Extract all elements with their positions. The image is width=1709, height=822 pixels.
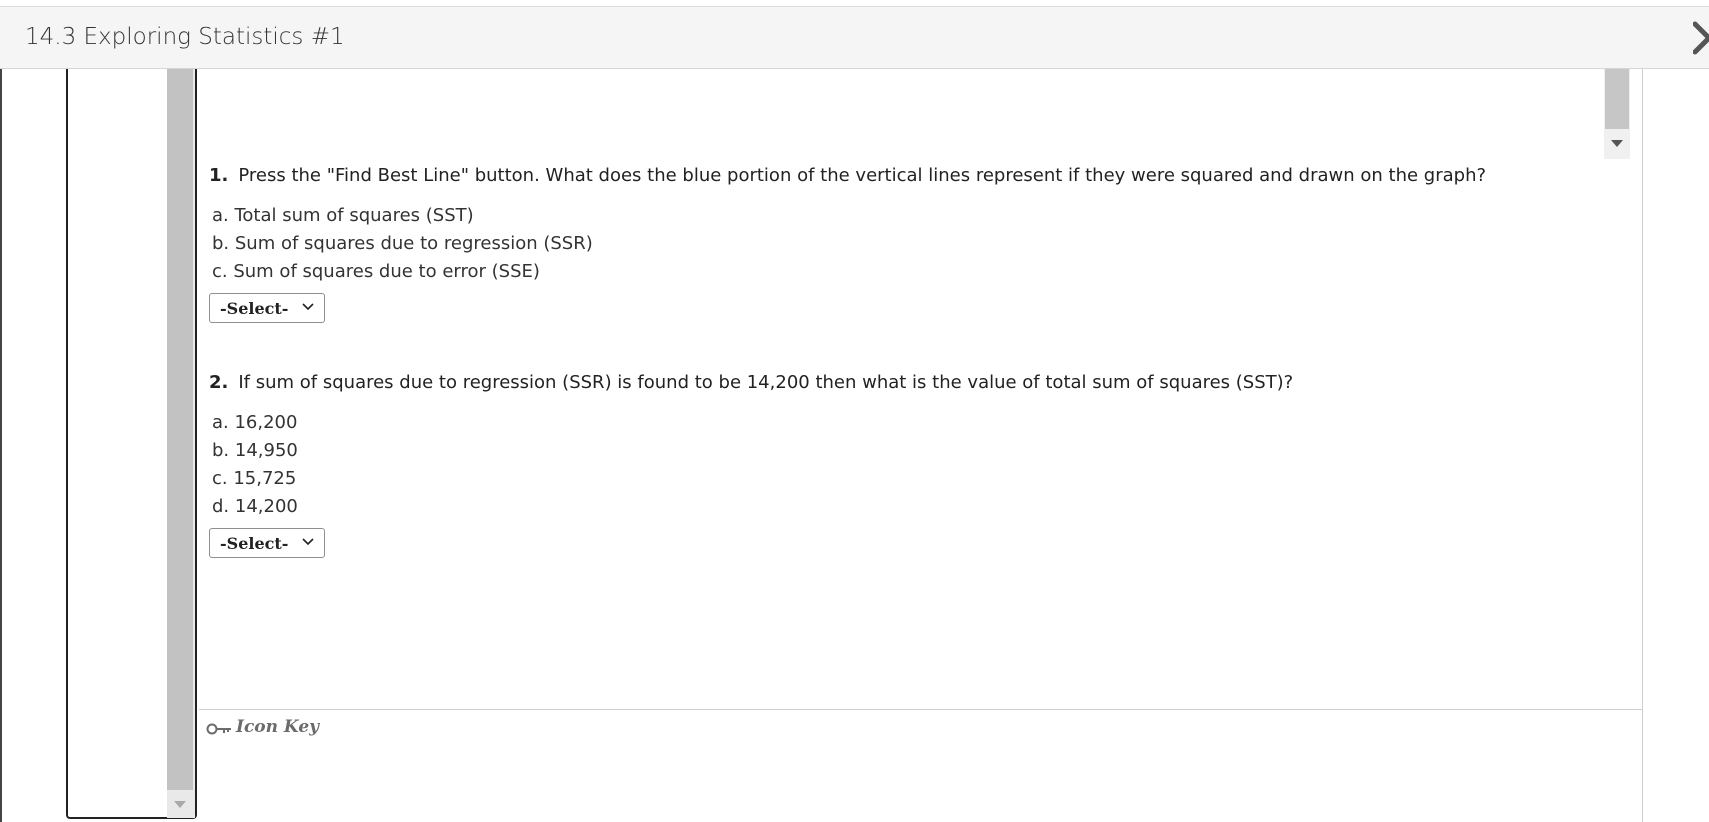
- inner-scrollbar[interactable]: [1604, 69, 1630, 159]
- outer-scrollbar-thumb[interactable]: [167, 69, 193, 790]
- question-content: 1. Press the "Find Best Line" button. Wha…: [199, 69, 1643, 822]
- clipped-text-above: [789, 61, 1029, 73]
- chevron-down-icon: [302, 303, 314, 311]
- question-1-option-a: a. Total sum of squares (SST): [212, 205, 474, 226]
- footer-divider: [199, 709, 1642, 710]
- outer-scrollbar[interactable]: [167, 69, 195, 818]
- inner-scrollbar-thumb[interactable]: [1605, 69, 1629, 129]
- outer-scroll-down-icon[interactable]: [174, 801, 186, 808]
- question-2-option-c: c. 15,725: [212, 468, 297, 489]
- close-icon[interactable]: [1693, 21, 1709, 55]
- question-1-text: Press the "Find Best Line" button. What …: [238, 165, 1487, 186]
- key-icon: [206, 723, 231, 735]
- question-2-select[interactable]: -Select-: [209, 528, 325, 558]
- question-1-select-value: -Select-: [220, 299, 289, 318]
- question-2-option-b: b. 14,950: [212, 440, 298, 461]
- icon-key-link[interactable]: Icon Key: [206, 717, 319, 737]
- icon-key-label: Icon Key: [236, 717, 320, 737]
- question-1-option-b: b. Sum of squares due to regression (SSR…: [212, 233, 593, 254]
- question-2-option-d: d. 14,200: [212, 496, 298, 517]
- question-2: 2. If sum of squares due to regression (S…: [209, 372, 1293, 393]
- question-1: 1. Press the "Find Best Line" button. Wha…: [209, 165, 1486, 186]
- question-2-number: 2.: [209, 372, 229, 393]
- chevron-down-icon: [302, 538, 314, 546]
- question-2-select-value: -Select-: [220, 534, 289, 553]
- left-frame-edge: [0, 69, 2, 822]
- window-titlebar: 14.3 Exploring Statistics #1: [0, 6, 1709, 69]
- window-title: 14.3 Exploring Statistics #1: [25, 24, 345, 50]
- question-2-option-a: a. 16,200: [212, 412, 298, 433]
- question-1-select[interactable]: -Select-: [209, 293, 325, 323]
- inner-scroll-down-icon[interactable]: [1611, 140, 1623, 147]
- question-2-text: If sum of squares due to regression (SSR…: [238, 372, 1294, 393]
- question-1-option-c: c. Sum of squares due to error (SSE): [212, 261, 540, 282]
- question-1-number: 1.: [209, 165, 229, 186]
